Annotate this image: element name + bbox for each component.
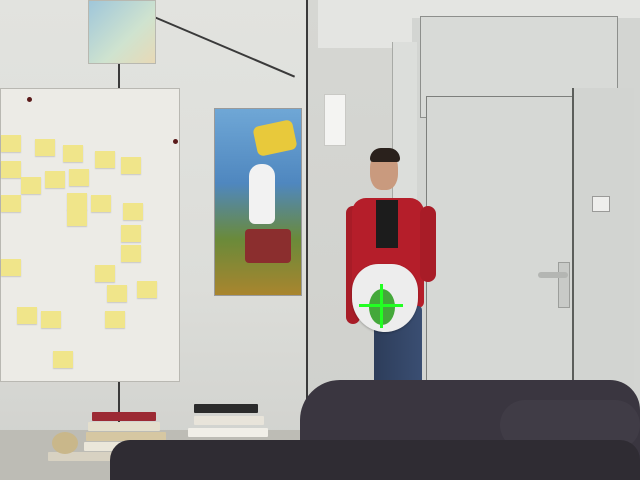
poster-cart xyxy=(245,229,291,263)
book xyxy=(194,404,258,413)
sticky-note xyxy=(53,351,73,368)
sticky-note xyxy=(121,157,141,174)
sticky-note xyxy=(21,177,41,194)
sticky-note xyxy=(67,193,87,210)
sticky-note xyxy=(105,311,125,328)
side-door xyxy=(572,88,634,388)
sticky-note xyxy=(1,135,21,152)
book xyxy=(194,416,264,425)
tracking-crosshair-vertical xyxy=(380,284,383,328)
sticky-note xyxy=(121,225,141,242)
door-handle-plate xyxy=(558,262,570,308)
sticky-note-board xyxy=(0,88,180,382)
office-scene xyxy=(0,0,640,480)
black-shirt xyxy=(376,200,398,248)
sticky-note xyxy=(35,139,55,156)
sticky-note xyxy=(91,195,111,212)
book xyxy=(92,412,156,421)
sticky-note xyxy=(95,151,115,168)
framed-picture xyxy=(88,0,156,64)
poster-character xyxy=(249,164,275,224)
door-handle xyxy=(538,272,568,278)
sofa-seat xyxy=(110,440,640,480)
sticky-note xyxy=(45,171,65,188)
book xyxy=(88,422,160,431)
sticky-note xyxy=(67,209,87,226)
wall-corner xyxy=(306,0,308,430)
poster-logo xyxy=(252,119,298,157)
sticky-note xyxy=(137,281,157,298)
sticky-note xyxy=(1,259,21,276)
board-pin xyxy=(27,97,32,102)
sticky-note xyxy=(63,145,83,162)
hair xyxy=(370,148,400,162)
sticky-note xyxy=(1,161,21,178)
right-arm xyxy=(420,206,436,282)
game-poster xyxy=(214,108,302,296)
sticky-note xyxy=(95,265,115,282)
sticky-note xyxy=(107,285,127,302)
board-pin xyxy=(173,139,178,144)
sticky-note xyxy=(1,195,21,212)
sticky-note xyxy=(17,307,37,324)
book xyxy=(188,428,268,437)
tape-roll xyxy=(52,432,78,454)
light-switch xyxy=(592,196,610,212)
sticky-note xyxy=(121,245,141,262)
sticky-note xyxy=(123,203,143,220)
pinned-paper xyxy=(324,94,346,146)
sticky-note xyxy=(41,311,61,328)
sticky-note xyxy=(69,169,89,186)
